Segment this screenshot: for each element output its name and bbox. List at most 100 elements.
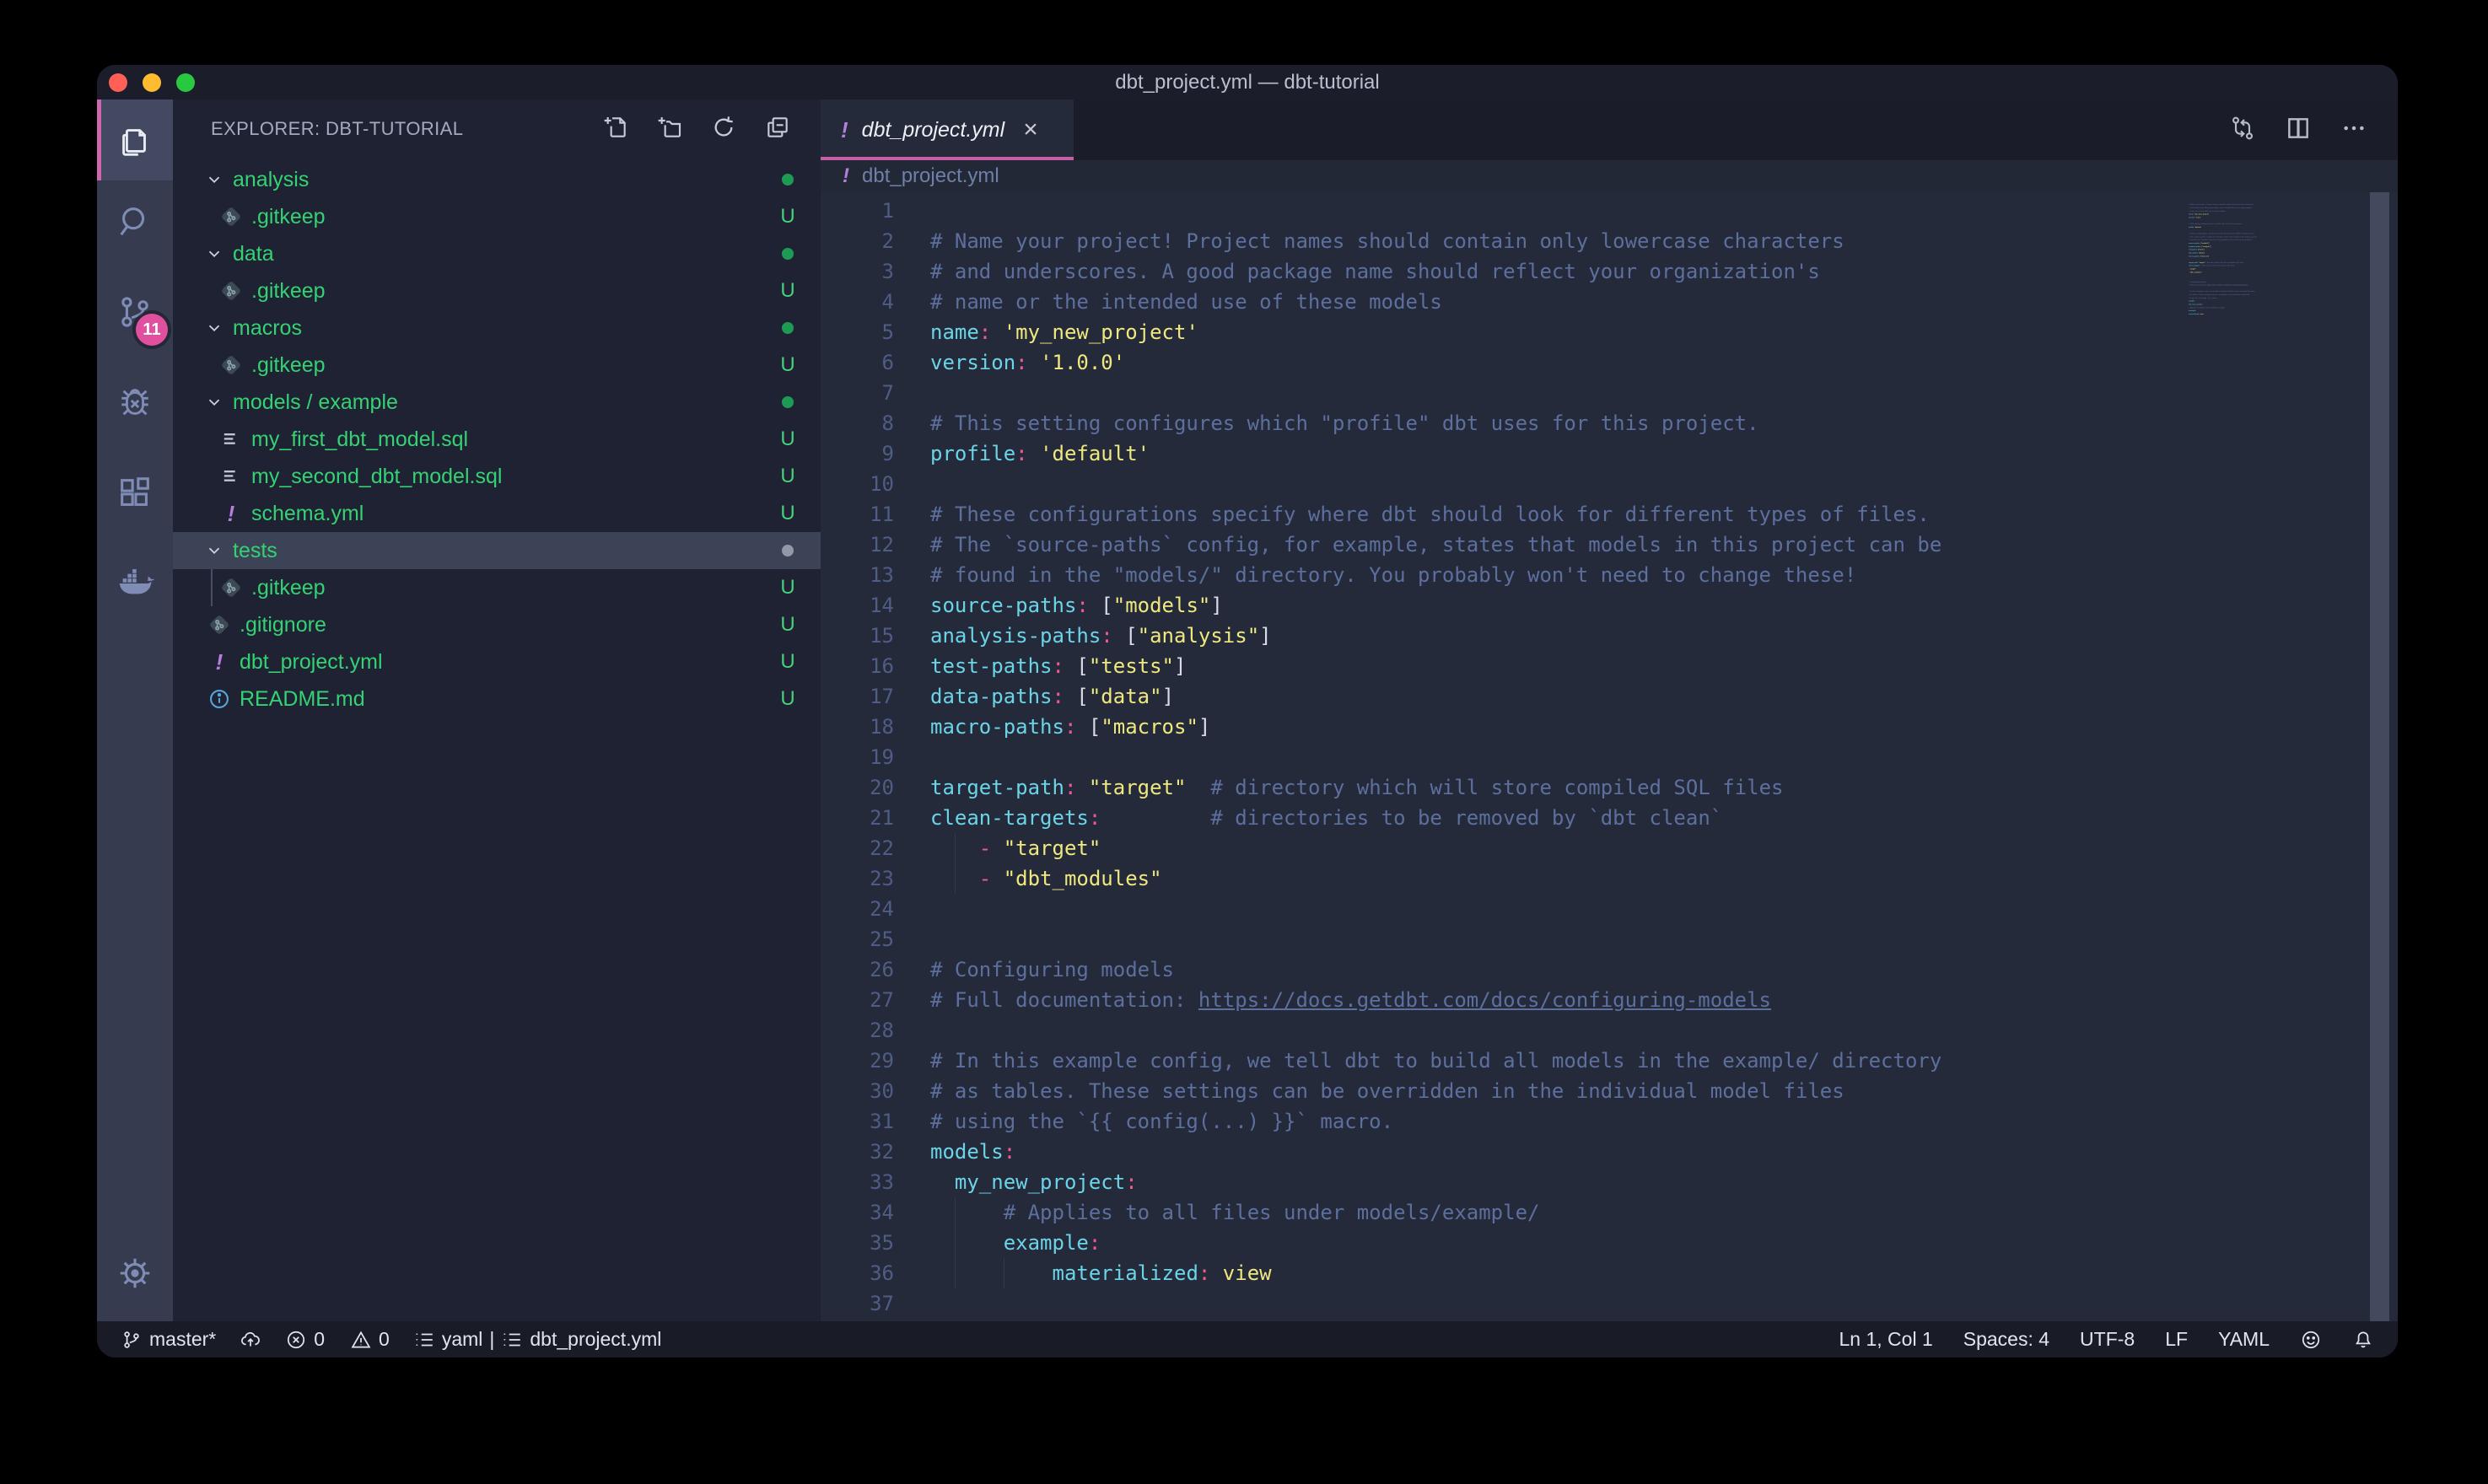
code-line-26[interactable]: # Configuring models [930, 954, 1941, 985]
line-number: 27 [821, 985, 894, 1015]
sync-changes-button[interactable] [240, 1329, 261, 1351]
code-content[interactable]: # Name your project! Project names shoul… [930, 196, 1941, 1319]
code-line-12[interactable]: # The `source-paths` config, for example… [930, 530, 1941, 560]
activity-source-control[interactable]: 11 [97, 272, 173, 352]
code-line-20[interactable]: target-path: "target" # directory which … [930, 772, 1941, 803]
tree-item-my-second-dbt-model-sql[interactable]: my_second_dbt_model.sqlU [173, 458, 821, 495]
activity-extensions[interactable] [97, 453, 173, 534]
code-line-30[interactable]: # as tables. These settings can be overr… [930, 1076, 1941, 1106]
code-line-25[interactable] [930, 924, 1941, 954]
branch-indicator[interactable]: master* [121, 1328, 216, 1351]
tree-item-dbt-project-yml[interactable]: !dbt_project.ymlU [173, 643, 821, 680]
code-line-13[interactable]: # found in the "models/" directory. You … [930, 560, 1941, 590]
tree-folder-macros[interactable]: macros [173, 309, 821, 347]
new-file-icon[interactable] [600, 111, 632, 143]
tab-dbt-project-yml[interactable]: ! dbt_project.yml × [821, 99, 1074, 160]
code-line-6[interactable]: version: '1.0.0' [930, 347, 1941, 378]
refresh-icon[interactable] [708, 111, 740, 143]
problems-indicator[interactable]: 0 0 [285, 1328, 390, 1351]
code-line-22[interactable]: - "target" [930, 833, 1941, 863]
tree-item-readme-md[interactable]: README.mdU [173, 680, 821, 718]
code-line-36[interactable]: materialized: view [930, 1258, 1941, 1288]
collapse-all-icon[interactable] [762, 111, 794, 143]
breadcrumb-file-label[interactable]: dbt_project.yml [862, 164, 999, 188]
code-line-15[interactable]: analysis-paths: ["analysis"] [930, 621, 1941, 651]
code-line-10[interactable] [930, 469, 1941, 499]
selection-lang-indicator[interactable]: yaml | dbt_project.yml [413, 1328, 662, 1351]
feedback-smiley-icon[interactable] [2300, 1329, 2322, 1351]
new-folder-icon[interactable] [654, 111, 686, 143]
code-area[interactable]: 1234567891011121314151617181920212223242… [821, 192, 2398, 1321]
code-line-32[interactable]: models: [930, 1137, 1941, 1167]
git-status-untracked: U [777, 576, 799, 600]
code-line-16[interactable]: test-paths: ["tests"] [930, 651, 1941, 681]
code-line-24[interactable] [930, 894, 1941, 924]
tree-item--gitkeep[interactable]: .gitkeep U [173, 569, 821, 606]
tree-folder-tests[interactable]: tests [173, 532, 821, 569]
vertical-scrollbar[interactable] [2370, 192, 2389, 1321]
eol-indicator[interactable]: LF [2165, 1328, 2188, 1351]
code-line-28[interactable] [930, 1015, 1941, 1046]
tree-item--gitignore[interactable]: .gitignoreU [173, 606, 821, 643]
chevron-down-icon [205, 319, 223, 337]
code-line-33[interactable]: my_new_project: [930, 1167, 1941, 1197]
code-line-8[interactable]: # This setting configures which "profile… [930, 408, 1941, 438]
tree-item-label: schema.yml [251, 502, 364, 526]
code-line-7[interactable] [930, 378, 1941, 408]
tree-item--gitkeep[interactable]: .gitkeepU [173, 272, 821, 309]
tab-close-icon[interactable]: × [1023, 116, 1038, 144]
code-line-37[interactable] [930, 1288, 1941, 1319]
code-line-23[interactable]: - "dbt_modules" [930, 863, 1941, 894]
code-line-4[interactable]: # name or the intended use of these mode… [930, 287, 1941, 317]
activity-settings[interactable] [97, 1233, 173, 1314]
code-line-18[interactable]: macro-paths: ["macros"] [930, 712, 1941, 742]
activity-explorer[interactable] [97, 99, 173, 180]
activity-run-debug[interactable] [97, 363, 173, 444]
tree-item-label: data [233, 242, 274, 266]
chevron-down-icon [203, 170, 225, 189]
cursor-position[interactable]: Ln 1, Col 1 [1839, 1328, 1933, 1351]
title-bar[interactable]: dbt_project.yml — dbt-tutorial [97, 65, 2398, 99]
code-line-5[interactable]: name: 'my_new_project' [930, 317, 1941, 347]
code-line-29[interactable]: # In this example config, we tell dbt to… [930, 1046, 1941, 1076]
code-line-3[interactable]: # and underscores. A good package name s… [930, 256, 1941, 287]
tree-item--gitkeep[interactable]: .gitkeepU [173, 347, 821, 384]
notifications-bell-icon[interactable] [2352, 1329, 2374, 1351]
status-bar: master* 0 0 yaml | dbt_project.yml [97, 1321, 2398, 1358]
line-number: 24 [821, 894, 894, 924]
tree-item-label: .gitkeep [251, 576, 326, 600]
minimap[interactable]: # Name your project! Project names shoul… [2189, 201, 2366, 1314]
code-line-11[interactable]: # These configurations specify where dbt… [930, 499, 1941, 530]
code-line-27[interactable]: # Full documentation: https://docs.getdb… [930, 985, 1941, 1015]
code-line-9[interactable]: profile: 'default' [930, 438, 1941, 469]
encoding-indicator[interactable]: UTF-8 [2080, 1328, 2135, 1351]
breadcrumb[interactable]: ! dbt_project.yml [821, 160, 2398, 192]
tree-folder-data[interactable]: data [173, 235, 821, 272]
code-line-21[interactable]: clean-targets: # directories to be remov… [930, 803, 1941, 833]
code-line-17[interactable]: data-paths: ["data"] [930, 681, 1941, 712]
tree-item--gitkeep[interactable]: .gitkeepU [173, 198, 821, 235]
code-line-35[interactable]: example: [930, 1228, 1941, 1258]
warning-icon [350, 1329, 372, 1351]
tree-folder-analysis[interactable]: analysis [173, 161, 821, 198]
code-line-19[interactable] [930, 742, 1941, 772]
code-line-31[interactable]: # using the `{{ config(...) }}` macro. [930, 1106, 1941, 1137]
indentation-indicator[interactable]: Spaces: 4 [1963, 1328, 2049, 1351]
split-editor-icon[interactable] [2285, 115, 2312, 146]
tree-item-schema-yml[interactable]: !schema.ymlU [173, 495, 821, 532]
code-line-14[interactable]: source-paths: ["models"] [930, 590, 1941, 621]
compare-changes-icon[interactable] [2229, 115, 2256, 146]
list-selection-icon [501, 1329, 523, 1351]
tree-folder-models-example[interactable]: models / example [173, 384, 821, 421]
git-status-dot [777, 316, 799, 340]
git-status-dot [777, 242, 799, 266]
code-content[interactable]: # Name your project! Project names shoul… [2189, 201, 2354, 320]
tree-item-my-first-dbt-model-sql[interactable]: my_first_dbt_model.sqlU [173, 421, 821, 458]
code-line-1[interactable] [930, 196, 1941, 226]
language-mode[interactable]: YAML [2218, 1328, 2270, 1351]
activity-search[interactable] [97, 181, 173, 262]
activity-docker[interactable] [97, 542, 173, 623]
code-line-34[interactable]: # Applies to all files under models/exam… [930, 1197, 1941, 1228]
more-actions-icon[interactable] [2340, 115, 2367, 146]
code-line-2[interactable]: # Name your project! Project names shoul… [930, 226, 1941, 256]
